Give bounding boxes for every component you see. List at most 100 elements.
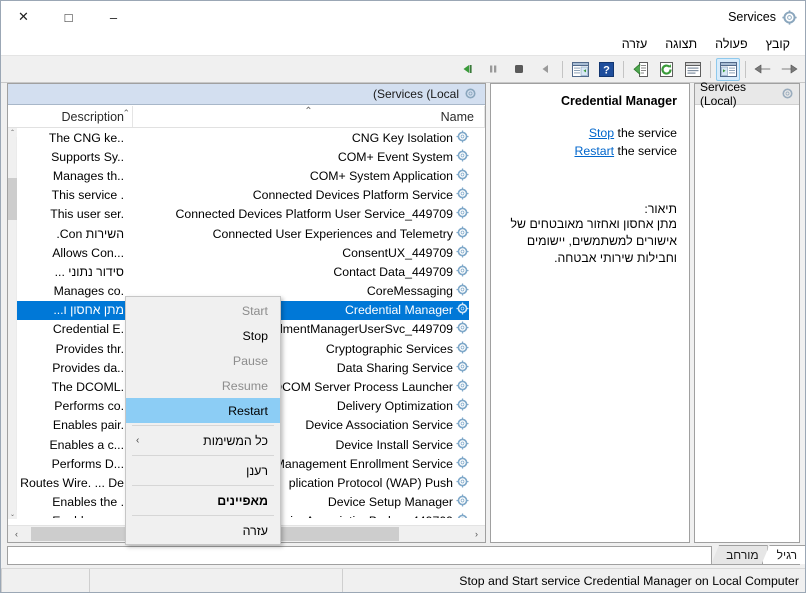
row-name-label: ConsentUX_449709 [342,245,453,260]
restart-icon[interactable] [533,58,557,81]
gear-icon [456,360,469,376]
help-icon[interactable]: ? [594,58,618,81]
table-row[interactable]: CNG Key Isolation The CNG ke.. [17,128,469,147]
export-icon[interactable] [629,58,653,81]
services-window: ✕ □ – Services קובץ פעולה תצוגה עזרה ? (… [0,0,806,593]
row-name-cell: Connected User Experiences and Telemetry [126,226,469,242]
table-row[interactable]: COM+ System Application Manages th.. [17,166,469,185]
console-tree-root[interactable]: Services (Local) [695,80,799,108]
row-name-label: COM+ System Application [309,168,453,183]
row-description-cell: Provides da.. [52,360,124,375]
row-name-cell: Contact Data_449709 [126,264,469,280]
scroll-left-icon[interactable]: ‹ [8,526,25,542]
minimize-button[interactable]: – [91,2,136,33]
column-header-description[interactable]: Description ⌃ [8,106,133,127]
column-header-name[interactable]: ⌃ Name [133,106,485,127]
refresh-icon[interactable] [655,58,679,81]
row-description-cell: Provides thr. [55,341,124,356]
gear-icon [456,513,469,518]
ctx-restart-label: Restart [228,403,268,418]
stop-service-link[interactable]: Stop [589,126,614,140]
restart-service-line: Restart the service [499,142,677,160]
properties-icon[interactable] [681,58,705,81]
scroll-up-icon[interactable]: ⌃ [8,128,17,137]
tab-standard[interactable]: רגיל [761,545,805,564]
gear-icon [456,206,469,222]
ctx-resume: Resume [126,373,280,398]
gear-icon [456,437,469,453]
gear-icon [456,187,469,203]
close-button[interactable]: ✕ [1,2,46,33]
ctx-resume-label: Resume [221,378,268,393]
pause-icon[interactable] [481,58,505,81]
row-description-cell: The CNG ke.. [48,130,124,145]
row-name-label: CNG Key Isolation [351,130,453,145]
ctx-properties[interactable]: מאפיינים [126,488,280,513]
gear-icon [456,494,469,510]
row-description-cell: מתן אחסון ו... [53,303,124,318]
gear-icon [456,302,469,318]
maximize-button[interactable]: □ [46,2,91,33]
table-row[interactable]: Contact Data_449709 סידור נתוני ... [17,262,469,281]
scroll-right-icon[interactable]: › [468,526,485,542]
ctx-pause: Pause [126,348,280,373]
row-name-label: Connected Devices Platform User Service_… [175,207,453,222]
ctx-pause-label: Pause [232,353,268,368]
menu-file[interactable]: קובץ [757,34,799,55]
toolbar-separator [710,60,711,78]
detail-action-links: Stop the service Restart the service [499,124,677,160]
ctx-refresh[interactable]: רענן [126,458,280,483]
ctx-help[interactable]: עזרה [126,518,280,543]
row-name-cell: CNG Key Isolation [126,130,469,146]
arrow-right-icon[interactable] [777,58,801,81]
menu-view[interactable]: תצוגה [656,34,706,55]
table-row[interactable]: Connected User Experiences and Telemetry… [17,224,469,243]
tab-extended[interactable]: מורחב [711,545,768,564]
context-menu-separator [132,425,274,426]
chevron-up-icon: ⌃ [122,108,130,118]
row-description-cell: Supports Sy.. [51,149,124,164]
gear-icon [456,341,469,357]
scroll-down-icon[interactable]: ⌄ [8,510,17,519]
ctx-all-tasks[interactable]: ‹ כל המשימות [126,428,280,453]
row-name-label: COM+ Event System [337,149,453,164]
ctx-restart[interactable]: Restart [126,398,280,423]
arrow-left-icon[interactable] [751,58,775,81]
row-description-cell: Enables app. [17,514,126,518]
table-row[interactable]: Connected Devices Platform User Service_… [17,205,469,224]
title-bar: ✕ □ – Services [1,1,805,33]
status-cell-tertiary [1,569,89,592]
table-row[interactable]: Connected Devices Platform Service This s… [17,186,469,205]
status-bar: Stop and Start service Credential Manage… [1,568,805,592]
restart-service-link[interactable]: Restart [574,144,614,158]
table-row[interactable]: COM+ Event System Supports Sy.. [17,147,469,166]
menu-action[interactable]: פעולה [706,34,756,55]
start-icon[interactable] [455,58,479,81]
gear-icon [456,149,469,165]
context-menu: Start Stop Pause Resume Restart ‹ כל המשימות רע… [125,296,281,545]
row-description-cell: Allows Con... [52,245,124,260]
stop-icon[interactable] [507,58,531,81]
menu-help[interactable]: עזרה [613,34,657,55]
ctx-stop[interactable]: Stop [126,323,280,348]
vertical-scroll-thumb[interactable] [8,178,17,220]
row-description-cell: Manages th.. [52,168,124,183]
toolbar: ? [1,56,805,83]
gear-icon [456,264,469,280]
row-description-cell: השירות Con. [56,226,124,241]
status-cell-secondary [89,569,342,592]
view-tabs: רגיל מורחב [7,543,805,565]
table-row[interactable]: ConsentUX_449709 Allows Con... [17,243,469,262]
column-header-row: ⌃ Name Description ⌃ [8,106,485,128]
context-menu-separator [132,455,274,456]
row-description-cell: Enables the . [52,495,124,510]
window-controls: ✕ □ – [1,1,136,33]
toolbar-separator [745,60,746,78]
action-pane-icon[interactable] [716,57,740,81]
row-description-cell: סידור נתוני ... [54,264,124,279]
detail-description-text: מתן אחסון ואחזור מאובטחים של אישורים למש… [510,217,677,265]
list-vertical-scrollbar[interactable]: ⌃ ⌄ [8,128,17,519]
gear-icon [456,475,469,491]
row-description-cell: Routes Wire. ... De [20,475,124,490]
console-tree-icon[interactable] [568,58,592,81]
